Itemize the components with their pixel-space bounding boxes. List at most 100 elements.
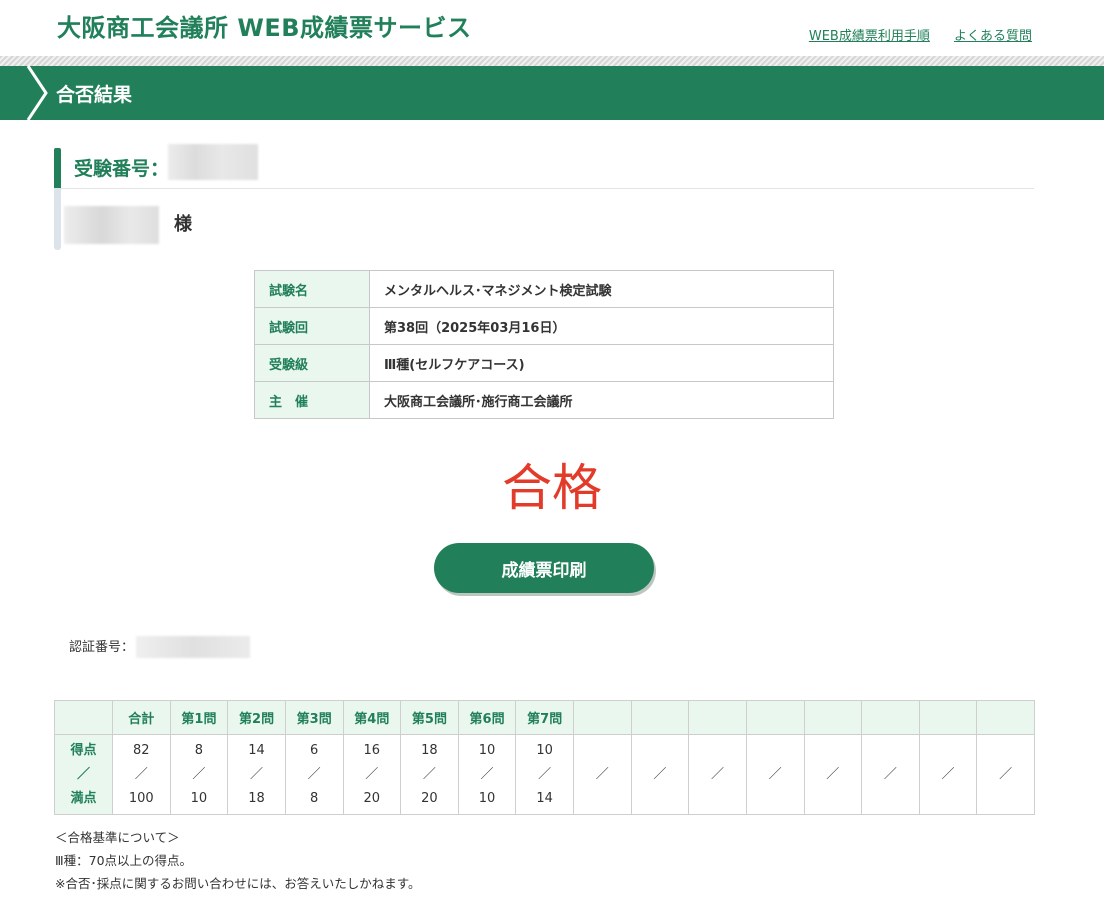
page-title: 合否結果 <box>56 84 133 106</box>
score-max: 18 <box>248 791 265 806</box>
score-cell: 6 ／ 8 <box>284 734 344 815</box>
exam-info-table: 試験名 メンタルヘルス･マネジメント検定試験 試験回 第38回（2025年03月16日… <box>254 270 834 419</box>
score-header-cell <box>861 700 920 735</box>
score-cell: 10 ／ 10 <box>457 734 517 815</box>
score-separator: ／ <box>826 767 840 782</box>
note-line: ※合否･採点に関するお問い合わせには、お答えいたしかねます。 <box>55 876 421 891</box>
exam-number-label: 受験番号： <box>74 158 170 180</box>
exam-info-value: 大阪商工会議所･施行商工会議所 <box>369 381 834 419</box>
score-separator: ／ <box>941 767 955 782</box>
score-max: 20 <box>363 791 381 806</box>
header-links: WEB成績票利用手順 よくある質問 <box>789 25 1032 44</box>
score-separator: ／ <box>883 767 897 782</box>
score-cell: 8 ／ 10 <box>169 734 229 815</box>
score-separator: ／ <box>595 767 609 782</box>
title-bar: 合否結果 <box>0 66 1104 120</box>
site-header: 大阪商工会議所 WEB成績票サービス WEB成績票利用手順 よくある質問 <box>0 0 1104 56</box>
score-cell: ／ <box>976 734 1035 815</box>
exam-info-row: 試験回 第38回（2025年03月16日） <box>254 307 834 345</box>
score-table: 合計 第1問 第2問 第3問 第4問 第5問 第6問 第7問 得点／満点 82 ／ 100 8 ／ 10 1… <box>54 700 1035 815</box>
score-max: 14 <box>536 791 553 806</box>
print-report-button[interactable]: 成績票印刷 <box>434 543 654 593</box>
exam-info-row: 試験名 メンタルヘルス･マネジメント検定試験 <box>254 270 834 308</box>
score-max: 20 <box>421 791 438 806</box>
score-header-row: 合計 第1問 第2問 第3問 第4問 第5問 第6問 第7問 <box>54 700 1035 735</box>
score-header-cell: 第1問 <box>169 700 229 735</box>
score-points: 10 <box>536 743 553 758</box>
score-cell: 10 ／ 14 <box>515 734 574 815</box>
score-corner-cell <box>54 700 113 735</box>
score-header-cell: 第2問 <box>227 700 286 735</box>
score-points: 6 <box>310 743 319 758</box>
score-header-cell: 第6問 <box>457 700 517 735</box>
score-row-label-line: ／ <box>76 767 90 782</box>
score-header-cell <box>573 700 632 735</box>
score-row-label-line: 得点 <box>70 743 97 758</box>
cert-number-redacted <box>136 636 250 658</box>
exam-info-key: 主 催 <box>254 381 370 419</box>
score-header-cell: 合計 <box>112 700 171 735</box>
exam-info-value: Ⅲ種(セルフケアコース) <box>369 344 834 382</box>
examinee-name-redacted <box>64 206 159 244</box>
exam-info-key: 試験回 <box>254 307 370 345</box>
score-cell: ／ <box>803 734 863 815</box>
score-cell: ／ <box>745 734 805 815</box>
score-separator: ／ <box>422 767 436 782</box>
score-separator: ／ <box>653 767 667 782</box>
score-row-label-line: 満点 <box>70 791 97 806</box>
score-separator: ／ <box>768 767 782 782</box>
exam-info-key: 受験級 <box>254 344 370 382</box>
note-line: ＜合格基準について＞ <box>55 830 180 845</box>
honorific: 様 <box>174 214 192 235</box>
score-header-cell <box>630 700 690 735</box>
score-points: 16 <box>363 743 381 758</box>
score-points: 14 <box>248 743 265 758</box>
score-separator: ／ <box>538 767 552 782</box>
exam-info-value: メンタルヘルス･マネジメント検定試験 <box>369 270 834 308</box>
chevron-right-icon <box>26 66 48 120</box>
score-points: 10 <box>478 743 496 758</box>
score-separator: ／ <box>192 767 206 782</box>
score-points: 18 <box>421 743 438 758</box>
score-body-row: 得点／満点 82 ／ 100 8 ／ 10 14 ／ 18 6 ／ 8 16 ／ 20 18 ／ 20 10 ／ 10 10… <box>54 734 1035 815</box>
score-header-cell <box>918 700 978 735</box>
score-max: 8 <box>310 791 319 806</box>
score-max: 10 <box>478 791 496 806</box>
score-cell: 18 ／ 20 <box>400 734 459 815</box>
link-faq[interactable]: よくある質問 <box>954 29 1032 44</box>
exam-number-redacted <box>168 144 258 180</box>
score-points: 8 <box>194 743 204 758</box>
score-header-cell: 第4問 <box>342 700 402 735</box>
score-header-cell <box>688 700 747 735</box>
score-cell: ／ <box>918 734 978 815</box>
score-header-cell <box>976 700 1035 735</box>
result-text: 合格 <box>502 459 602 517</box>
score-cell: ／ <box>861 734 920 815</box>
score-cell: 14 ／ 18 <box>227 734 286 815</box>
score-max: 100 <box>128 791 154 806</box>
score-cell: 82 ／ 100 <box>112 734 171 815</box>
score-separator: ／ <box>711 767 725 782</box>
score-separator: ／ <box>307 767 321 782</box>
score-points: 82 <box>133 743 150 758</box>
score-cell: ／ <box>688 734 747 815</box>
score-separator: ／ <box>134 767 148 782</box>
notes: ＜合格基準について＞ Ⅲ種：70点以上の得点。 ※合否･採点に関するお問い合わせ… <box>55 826 420 895</box>
examinee-block: 受験番号： 様 <box>54 144 1034 250</box>
score-separator: ／ <box>480 767 494 782</box>
cert-number-label: 認証番号： <box>69 640 135 655</box>
accent-bar-grey <box>54 188 61 250</box>
score-separator: ／ <box>365 767 379 782</box>
exam-info-key: 試験名 <box>254 270 370 308</box>
exam-info-value: 第38回（2025年03月16日） <box>369 307 834 345</box>
score-header-cell: 第3問 <box>284 700 344 735</box>
site-title: 大阪商工会議所 WEB成績票サービス <box>57 14 472 42</box>
score-separator: ／ <box>999 767 1013 782</box>
link-usage-guide[interactable]: WEB成績票利用手順 <box>809 29 930 44</box>
score-header-cell <box>803 700 863 735</box>
score-cell: ／ <box>573 734 632 815</box>
note-line: Ⅲ種：70点以上の得点。 <box>55 853 193 868</box>
score-cell: 16 ／ 20 <box>342 734 402 815</box>
score-header-cell: 第5問 <box>400 700 459 735</box>
score-max: 10 <box>190 791 208 806</box>
